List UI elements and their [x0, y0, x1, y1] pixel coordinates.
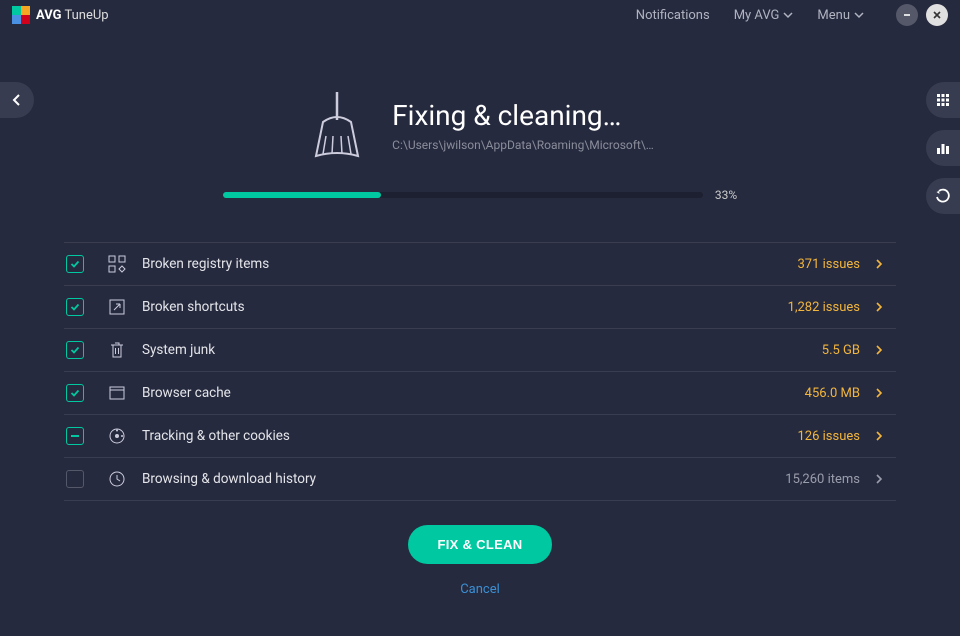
minimize-button[interactable] — [896, 4, 918, 26]
progress-fill — [223, 192, 381, 198]
item-label: Broken shortcuts — [142, 299, 245, 315]
grid-icon — [936, 93, 950, 107]
brand-text: AVG TuneUp — [36, 8, 109, 23]
item-label: Browser cache — [142, 385, 231, 401]
history-icon — [106, 470, 128, 488]
item-label: Broken registry items — [142, 256, 269, 272]
item-value: 5.5 GB — [822, 343, 860, 358]
check-icon — [70, 259, 80, 269]
checkbox[interactable] — [66, 427, 84, 445]
chevron-down-icon — [783, 10, 793, 20]
list-item[interactable]: Browsing & download history 15,260 items — [64, 458, 896, 501]
chevron-down-icon — [854, 10, 864, 20]
progress-track — [223, 192, 703, 198]
bar-chart-icon — [936, 141, 950, 155]
browser-icon — [106, 384, 128, 402]
list-item[interactable]: Broken registry items 371 issues — [64, 243, 896, 286]
window-header: AVG TuneUp Notifications My AVG Menu — [0, 0, 960, 30]
side-chart-button[interactable] — [926, 130, 960, 166]
menu-dropdown[interactable]: Menu — [817, 8, 864, 23]
close-icon — [932, 10, 942, 20]
item-value: 1,282 issues — [788, 300, 860, 315]
item-label: Tracking & other cookies — [142, 428, 290, 444]
shortcut-icon — [106, 298, 128, 316]
actions: FIX & CLEAN Cancel — [64, 525, 896, 597]
my-avg-dropdown[interactable]: My AVG — [734, 8, 794, 23]
chevron-right-icon[interactable] — [874, 259, 884, 269]
window-controls — [896, 4, 948, 26]
item-value: 456.0 MB — [805, 386, 860, 401]
list-item[interactable]: Tracking & other cookies 126 issues — [64, 415, 896, 458]
checkbox[interactable] — [66, 255, 84, 273]
current-path: C:\Users\jwilson\AppData\Roaming\Microso… — [392, 138, 654, 152]
item-label: System junk — [142, 342, 215, 358]
logo: AVG TuneUp — [12, 6, 109, 24]
header-right: Notifications My AVG Menu — [636, 4, 948, 26]
chevron-right-icon[interactable] — [874, 431, 884, 441]
side-grid-button[interactable] — [926, 82, 960, 118]
check-icon — [70, 345, 80, 355]
trash-icon — [106, 341, 128, 359]
progress-label: 33% — [715, 188, 737, 202]
item-value: 371 issues — [798, 257, 861, 272]
broom-icon — [306, 90, 368, 160]
main-content: Fixing & cleaning… C:\Users\jwilson\AppD… — [0, 30, 960, 597]
item-label: Browsing & download history — [142, 471, 316, 487]
checkbox[interactable] — [66, 384, 84, 402]
items-list: Broken registry items 371 issues Broken … — [64, 242, 896, 501]
page-title: Fixing & cleaning… — [392, 99, 654, 132]
chevron-left-icon — [10, 93, 24, 107]
chevron-right-icon[interactable] — [874, 388, 884, 398]
list-item[interactable]: Browser cache 456.0 MB — [64, 372, 896, 415]
list-item[interactable]: Broken shortcuts 1,282 issues — [64, 286, 896, 329]
indeterminate-icon — [71, 435, 79, 437]
checkbox[interactable] — [66, 341, 84, 359]
chevron-right-icon[interactable] — [874, 474, 884, 484]
cancel-link[interactable]: Cancel — [460, 582, 500, 597]
close-button[interactable] — [926, 4, 948, 26]
undo-icon — [935, 188, 951, 204]
checkbox[interactable] — [66, 470, 84, 488]
side-undo-button[interactable] — [926, 178, 960, 214]
registry-icon — [106, 255, 128, 273]
chevron-right-icon[interactable] — [874, 345, 884, 355]
check-icon — [70, 388, 80, 398]
cookies-icon — [106, 427, 128, 445]
chevron-right-icon[interactable] — [874, 302, 884, 312]
item-value: 126 issues — [798, 429, 861, 444]
notifications-link[interactable]: Notifications — [636, 8, 710, 23]
minimize-icon — [902, 10, 912, 20]
checkbox[interactable] — [66, 298, 84, 316]
check-icon — [70, 302, 80, 312]
item-value: 15,260 items — [785, 472, 860, 487]
list-item[interactable]: System junk 5.5 GB — [64, 329, 896, 372]
logo-icon — [12, 6, 30, 24]
fix-clean-button[interactable]: FIX & CLEAN — [408, 525, 553, 564]
progress-bar: 33% — [64, 188, 896, 202]
title-row: Fixing & cleaning… C:\Users\jwilson\AppD… — [64, 90, 896, 160]
